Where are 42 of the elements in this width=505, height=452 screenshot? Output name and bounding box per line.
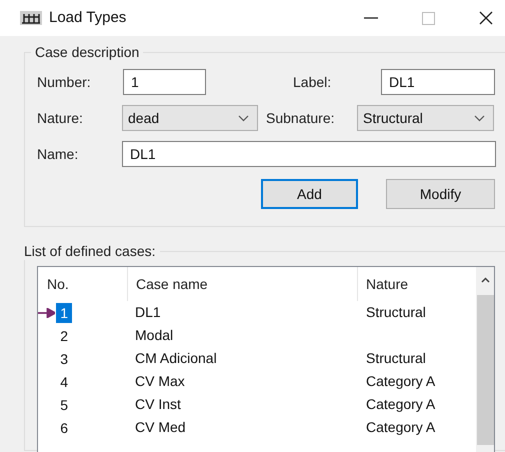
action-button[interactable]: Add: [261, 179, 358, 209]
name-field[interactable]: DL1: [122, 141, 496, 167]
subnature-label: Subnature:: [266, 108, 336, 128]
action-button[interactable]: Modify: [386, 179, 495, 209]
number-label: Number:: [37, 72, 92, 92]
nature-label: Nature:: [37, 108, 84, 128]
nature-dropdown[interactable]: dead: [122, 105, 258, 131]
case-name-cell-text: CV Med: [134, 418, 187, 437]
arrow-right-icon: [38, 308, 56, 318]
nature-cell-text: Category A: [365, 395, 436, 414]
scroll-up-icon[interactable]: [480, 277, 490, 283]
nature-cell-text: Structural: [365, 349, 427, 368]
case-name-cell-text: CV Inst: [134, 395, 182, 414]
label-field[interactable]: DL1: [381, 69, 495, 95]
nature-cell-text: Category A: [365, 418, 436, 437]
subnature-dropdown[interactable]: Structural: [357, 105, 494, 131]
row-number[interactable]: 2: [56, 326, 72, 346]
row-number[interactable]: 1: [56, 302, 72, 322]
label-label: Label:: [293, 72, 332, 92]
cases-list[interactable]: No. Case name Nature 1 DL1 Structural 2 Modal 3 CM Adicional Structural 4 CV Max Category A 5 CV Inst Category A 6 CV Med Category A: [37, 266, 495, 452]
case-name-cell-text: DL1: [134, 303, 162, 322]
name-label: Name:: [37, 144, 80, 164]
chevron-down-icon: [238, 114, 249, 122]
close-icon[interactable]: [479, 11, 493, 25]
case-name-cell-text: CM Adicional: [134, 349, 218, 368]
column-header[interactable]: Case name: [127, 267, 357, 301]
row-number[interactable]: 4: [56, 372, 72, 392]
chevron-down-icon: [474, 114, 485, 122]
window-title: Load Types: [49, 8, 126, 28]
column-header[interactable]: No.: [38, 274, 127, 294]
row-number[interactable]: 5: [56, 394, 72, 414]
row-number[interactable]: 3: [56, 348, 72, 368]
scrollbar[interactable]: [476, 267, 494, 452]
case-name-cell-text: Modal: [134, 326, 174, 345]
number-field[interactable]: 1: [123, 69, 206, 95]
minimize-icon[interactable]: [364, 17, 378, 19]
nature-cell-text: Structural: [365, 303, 427, 322]
row-number[interactable]: 6: [56, 418, 72, 438]
scrollbar-thumb[interactable]: [476, 295, 494, 445]
load-icon: [20, 11, 42, 25]
nature-cell-text: Category A: [365, 372, 436, 391]
case-name-cell-text: CV Max: [134, 372, 186, 391]
